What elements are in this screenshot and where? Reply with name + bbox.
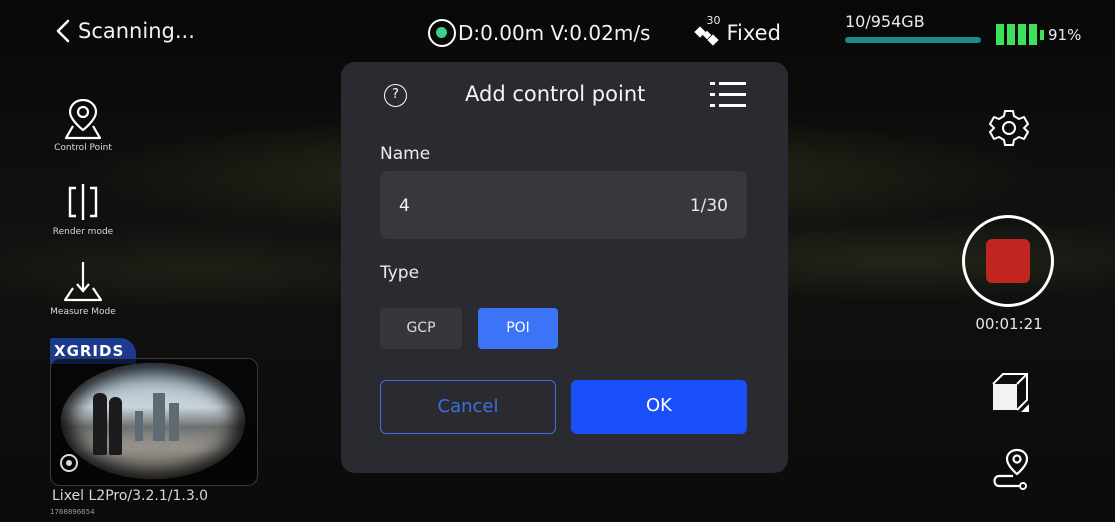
- building: [153, 393, 165, 441]
- satellite-icon: 30: [690, 14, 724, 48]
- gps-status-bar: D:0.00m V:0.02m/s 30 Fixed: [428, 14, 781, 52]
- record-stop-button[interactable]: [962, 215, 1054, 307]
- fisheye-image: [61, 363, 245, 479]
- dialog-title: Add control point: [465, 82, 646, 106]
- help-icon[interactable]: ?: [384, 84, 407, 107]
- name-label: Name: [380, 144, 431, 164]
- battery-icon: [996, 24, 1004, 45]
- device-serial: 1768896654: [50, 508, 95, 516]
- scanning-label: Scanning...: [78, 19, 195, 43]
- cancel-button[interactable]: Cancel: [380, 380, 556, 434]
- device-info: Lixel L2Pro/3.2.1/1.3.0: [52, 488, 209, 504]
- storage-indicator: 10/954GB: [845, 12, 981, 43]
- render-mode-icon: [68, 184, 98, 220]
- storage-bar: [845, 37, 981, 43]
- name-input[interactable]: 4 1/30: [380, 171, 747, 239]
- camera-switch-icon[interactable]: [58, 452, 80, 474]
- control-point-icon: [64, 98, 102, 140]
- person: [93, 393, 107, 455]
- battery-cell: [1029, 24, 1037, 45]
- type-option-gcp[interactable]: GCP: [380, 308, 462, 349]
- measure-mode-label: Measure Mode: [50, 307, 116, 317]
- battery-cell: [1007, 24, 1015, 45]
- settings-gear-icon[interactable]: [989, 108, 1029, 148]
- battery-tip: [1040, 29, 1044, 40]
- battery-indicator: 91%: [996, 24, 1081, 45]
- gps-distance-velocity: D:0.00m V:0.02m/s: [458, 21, 651, 45]
- person: [109, 397, 122, 455]
- satellite-count: 30: [706, 14, 721, 27]
- list-icon[interactable]: [710, 80, 746, 110]
- back-chevron-icon: [56, 19, 70, 43]
- measure-mode-tool[interactable]: Measure Mode: [38, 260, 128, 317]
- cube-view-icon[interactable]: [989, 370, 1029, 414]
- add-control-point-dialog: ? Add control point Name 4 1/30 Type GCP…: [341, 62, 788, 473]
- storage-text: 10/954GB: [845, 12, 925, 31]
- control-point-tool[interactable]: Control Point: [38, 96, 128, 153]
- fix-status: Fixed: [726, 21, 781, 45]
- control-point-label: Control Point: [54, 143, 112, 153]
- back-button[interactable]: Scanning...: [54, 18, 195, 44]
- name-input-value: 4: [399, 196, 410, 216]
- building: [135, 411, 143, 441]
- render-mode-label: Render mode: [52, 227, 114, 237]
- type-option-poi[interactable]: POI: [478, 308, 558, 349]
- type-label: Type: [380, 263, 420, 283]
- render-mode-tool[interactable]: Render mode: [38, 180, 128, 237]
- battery-percent: 91%: [1048, 25, 1082, 44]
- record-stop-icon: [986, 239, 1030, 283]
- camera-preview[interactable]: [50, 358, 258, 486]
- name-char-counter: 1/30: [689, 196, 728, 216]
- battery-cell: [1018, 24, 1026, 45]
- ok-button[interactable]: OK: [571, 380, 747, 434]
- route-icon[interactable]: [989, 446, 1033, 490]
- recording-timer: 00:01:21: [975, 315, 1043, 333]
- building: [169, 403, 179, 441]
- measure-mode-icon: [63, 262, 103, 302]
- gps-icon: [428, 19, 456, 47]
